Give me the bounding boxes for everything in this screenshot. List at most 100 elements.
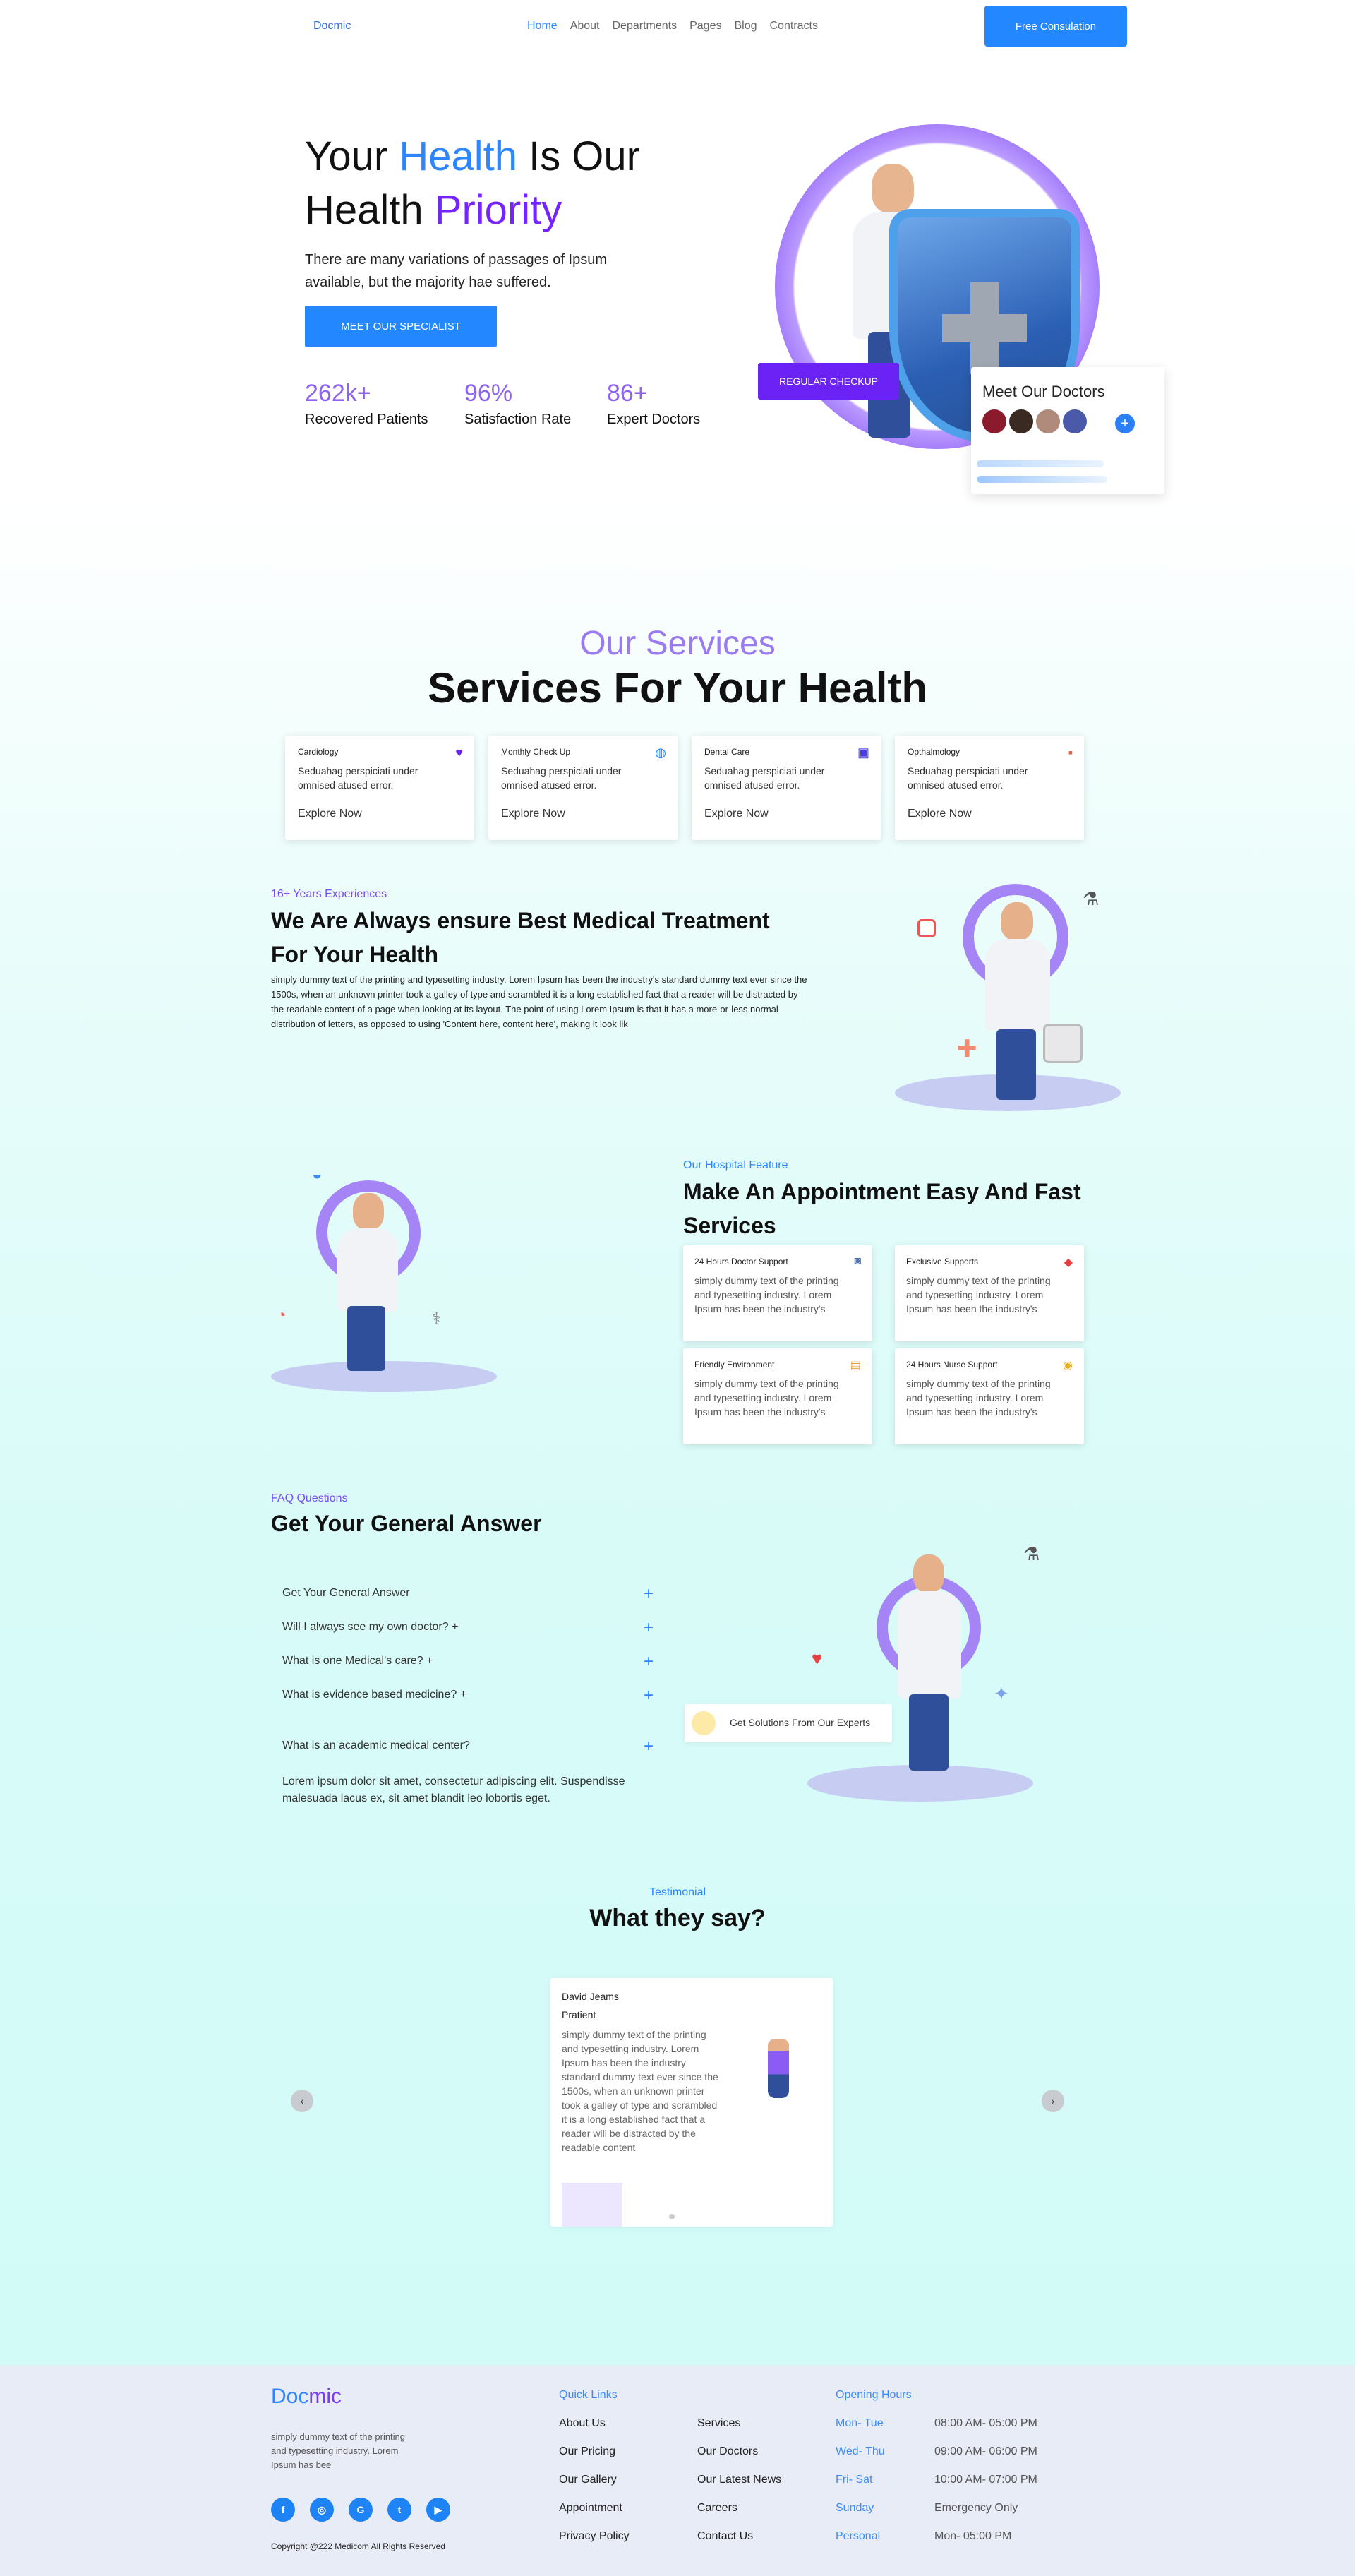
- doctor-coat: [985, 939, 1050, 1031]
- faq-question: Get Your General Answer: [282, 1587, 410, 1599]
- feature-name: 24 Hours Doctor Support: [694, 1257, 788, 1266]
- youtube-icon[interactable]: ▶: [426, 2498, 450, 2522]
- hours-time: 08:00 AM- 05:00 PM: [934, 2417, 1037, 2429]
- stat-recovered: 262k+ Recovered Patients: [305, 380, 428, 428]
- explore-now-link[interactable]: Explore Now: [704, 808, 769, 820]
- stat-label: Expert Doctors: [607, 412, 701, 427]
- expand-icon[interactable]: +: [644, 1737, 654, 1756]
- testimonial-card: David Jeams Pratient simply dummy text o…: [550, 1978, 833, 2227]
- service-card-cardiology[interactable]: Cardiology ♥ Seduahag perspiciati under …: [285, 736, 474, 840]
- service-card-dental-care[interactable]: Dental Care ▣ Seduahag perspiciati under…: [692, 736, 881, 840]
- nav-about[interactable]: About: [570, 20, 600, 32]
- nav-blog[interactable]: Blog: [734, 20, 757, 32]
- footer-link[interactable]: Our Gallery: [559, 2474, 617, 2486]
- service-card-opthalmology[interactable]: Opthalmology ▪ Seduahag perspiciati unde…: [895, 736, 1084, 840]
- expand-icon[interactable]: +: [644, 1652, 654, 1672]
- faq-item[interactable]: Get Your General Answer +: [282, 1584, 654, 1603]
- footer-link[interactable]: Contact Us: [697, 2530, 753, 2543]
- twitter-icon[interactable]: t: [387, 2498, 411, 2522]
- meet-specialist-button[interactable]: MEET OUR SPECIALIST: [305, 306, 497, 347]
- footer: [0, 2365, 1355, 2576]
- doctor-legs: [909, 1694, 948, 1771]
- avatar[interactable]: [1008, 408, 1035, 435]
- services-kicker: Our Services: [579, 625, 776, 662]
- service-description: Seduahag perspiciati under omnised atuse…: [704, 765, 825, 791]
- hero-doctor-illustration: [872, 164, 914, 213]
- instagram-icon[interactable]: ◎: [310, 2498, 334, 2522]
- feature-card-exclusive-support[interactable]: Exclusive Supports ◆ simply dummy text o…: [895, 1245, 1084, 1341]
- footer-link[interactable]: Our Pricing: [559, 2445, 615, 2458]
- faq-title: Get Your General Answer: [271, 1511, 542, 1536]
- footer-link[interactable]: Appointment: [559, 2502, 622, 2515]
- expand-icon[interactable]: +: [644, 1618, 654, 1638]
- logo[interactable]: Docmic: [313, 20, 351, 32]
- service-description: Seduahag perspiciati under omnised atuse…: [298, 765, 418, 791]
- nav-home[interactable]: Home: [527, 20, 558, 32]
- avatar[interactable]: [1061, 408, 1088, 435]
- add-doctor-icon[interactable]: +: [1115, 414, 1135, 433]
- avatar[interactable]: [981, 408, 1008, 435]
- feature-description: simply dummy text of the printing and ty…: [694, 1378, 839, 1418]
- footer-link[interactable]: Our Latest News: [697, 2474, 781, 2486]
- stat-value: 86+: [607, 380, 648, 407]
- explore-now-link[interactable]: Explore Now: [298, 808, 362, 820]
- facebook-icon[interactable]: f: [271, 2498, 295, 2522]
- hero-description: There are many variations of passages of…: [305, 252, 607, 290]
- faq-item[interactable]: What is an academic medical center? +: [282, 1737, 654, 1756]
- testimonial-name: David Jeams: [562, 1991, 619, 2002]
- footer-link[interactable]: Services: [697, 2417, 740, 2430]
- explore-now-link[interactable]: Explore Now: [908, 808, 972, 820]
- faq-kicker: FAQ Questions: [271, 1492, 348, 1504]
- footer-link[interactable]: Privacy Policy: [559, 2530, 630, 2543]
- testimonial-kicker: Testimonial: [649, 1886, 706, 1898]
- nav-contracts[interactable]: Contracts: [770, 20, 818, 32]
- faq-question: Will I always see my own doctor? +: [282, 1621, 459, 1633]
- about-kicker: 16+ Years Experiences: [271, 888, 387, 900]
- service-description: Seduahag perspiciati under omnised atuse…: [908, 765, 1028, 791]
- tooth-icon: ◍: [655, 745, 666, 760]
- syringe-icon: ⚕: [432, 1310, 441, 1329]
- avatar[interactable]: [1035, 408, 1061, 435]
- hours-time: 10:00 AM- 07:00 PM: [934, 2474, 1037, 2486]
- service-card-monthly-checkup[interactable]: Monthly Check Up ◍ Seduahag perspiciati …: [488, 736, 678, 840]
- solutions-badge[interactable]: Get Solutions From Our Experts: [685, 1704, 892, 1742]
- doctor-illustration: [913, 1554, 944, 1593]
- nav-departments[interactable]: Departments: [613, 20, 678, 32]
- footer-link[interactable]: Careers: [697, 2502, 737, 2515]
- cross-decoration: [562, 2183, 622, 2227]
- faq-item[interactable]: Will I always see my own doctor? + +: [282, 1618, 654, 1637]
- explore-now-link[interactable]: Explore Now: [501, 808, 565, 820]
- stat-label: Recovered Patients: [305, 412, 428, 427]
- free-consultation-button[interactable]: Free Consulation: [984, 6, 1127, 47]
- next-arrow-button[interactable]: ›: [1042, 2090, 1064, 2112]
- meet-doctors-card[interactable]: Meet Our Doctors +: [971, 367, 1164, 494]
- hours-time: Mon- 05:00 PM: [934, 2530, 1012, 2542]
- faq-item[interactable]: What is one Medical's care? + +: [282, 1652, 654, 1671]
- stat-doctors: 86+ Expert Doctors: [607, 380, 700, 428]
- feature-card-doctor-support[interactable]: 24 Hours Doctor Support ◙ simply dummy t…: [683, 1245, 872, 1341]
- main-nav: Home About Departments Pages Blog Contra…: [527, 20, 818, 32]
- footer-logo[interactable]: Docmic: [271, 2385, 342, 2409]
- carousel-dot[interactable]: [669, 2214, 675, 2219]
- faq-question: What is one Medical's care? +: [282, 1655, 433, 1667]
- faq-answer: Lorem ipsum dolor sit amet, consectetur …: [282, 1775, 625, 1804]
- capsule-icon: ✦: [994, 1683, 1009, 1704]
- feature-card-nurse-support[interactable]: 24 Hours Nurse Support ◉ simply dummy te…: [895, 1348, 1084, 1444]
- service-name: Opthalmology: [908, 747, 960, 757]
- feature-name: Exclusive Supports: [906, 1257, 979, 1266]
- footer-link[interactable]: About Us: [559, 2417, 606, 2430]
- stat-value: 262k+: [305, 380, 371, 407]
- faq-item[interactable]: What is evidence based medicine? + +: [282, 1686, 654, 1705]
- google-icon[interactable]: G: [349, 2498, 373, 2522]
- prev-arrow-button[interactable]: ‹: [291, 2090, 313, 2112]
- feature-card-friendly-environment[interactable]: Friendly Environment ▤ simply dummy text…: [683, 1348, 872, 1444]
- feature-description: simply dummy text of the printing and ty…: [694, 1275, 839, 1314]
- expand-icon[interactable]: +: [644, 1584, 654, 1604]
- appointment-kicker: Our Hospital Feature: [683, 1159, 788, 1171]
- nav-pages[interactable]: Pages: [689, 20, 721, 32]
- regular-checkup-button[interactable]: REGULAR CHECKUP: [758, 363, 899, 400]
- service-name: Dental Care: [704, 747, 750, 757]
- footer-link[interactable]: Our Doctors: [697, 2445, 758, 2458]
- expand-icon[interactable]: +: [644, 1686, 654, 1706]
- appointment-title: Make An Appointment Easy And Fast Servic…: [683, 1179, 1081, 1238]
